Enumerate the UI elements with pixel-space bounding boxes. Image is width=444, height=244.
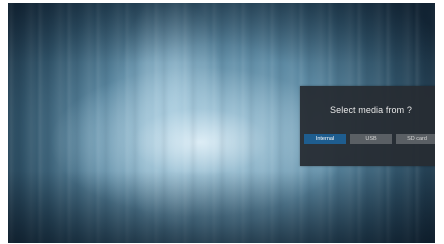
select-media-dialog: Select media from ? Internal USB SD card — [300, 86, 435, 166]
option-sd-card-button[interactable]: SD card — [396, 134, 435, 144]
tv-screen: Select media from ? Internal USB SD card — [8, 3, 435, 243]
media-source-options: Internal USB SD card — [304, 134, 435, 144]
option-usb-button[interactable]: USB — [350, 134, 392, 144]
option-internal-button[interactable]: Internal — [304, 134, 346, 144]
dialog-title: Select media from ? — [330, 105, 412, 115]
